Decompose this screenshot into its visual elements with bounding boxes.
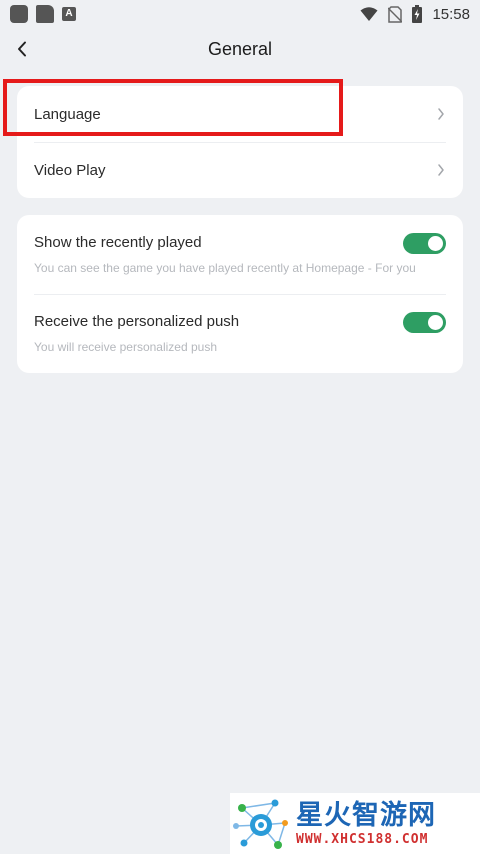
toggle-knob [428, 236, 443, 251]
watermark-title: 星火智游网 [296, 799, 436, 831]
no-sim-icon [388, 5, 403, 23]
network-logo-icon [233, 799, 288, 849]
watermark: 星火智游网 WWW.XHCS188.COM [230, 793, 480, 854]
battery-charging-icon [412, 5, 423, 23]
status-bar: A 15:58 [0, 0, 480, 28]
highlight-box [3, 79, 343, 136]
status-bar-left: A [10, 5, 76, 23]
status-bar-right: 15:58 [360, 5, 470, 23]
personalized-push-setting: Receive the personalized push You will r… [17, 312, 463, 355]
video-play-row[interactable]: Video Play [17, 142, 463, 198]
status-time: 15:58 [432, 5, 470, 23]
page-title: General [207, 38, 273, 59]
video-play-label: Video Play [34, 161, 106, 179]
chevron-right-icon [438, 108, 444, 120]
wifi-icon [360, 7, 378, 21]
app-icon [10, 5, 28, 23]
back-button[interactable] [10, 36, 34, 62]
recently-played-title: Show the recently played [34, 234, 202, 251]
watermark-text: 星火智游网 WWW.XHCS188.COM [296, 800, 436, 848]
recently-played-subtitle: You can see the game you have played rec… [34, 261, 416, 275]
settings-toggle-card: Show the recently played You can see the… [17, 215, 463, 373]
personalized-push-title: Receive the personalized push [34, 313, 240, 330]
clipboard-icon [36, 5, 54, 23]
keyboard-a-icon: A [62, 7, 76, 21]
chevron-right-icon [438, 164, 444, 176]
recently-played-setting: Show the recently played You can see the… [17, 233, 463, 276]
chevron-left-icon [18, 41, 26, 57]
toggle-knob [428, 315, 443, 330]
personalized-push-subtitle: You will receive personalized push [34, 340, 217, 354]
watermark-url: WWW.XHCS188.COM [296, 831, 429, 847]
top-app-bar: General [0, 28, 480, 70]
divider [34, 294, 446, 295]
personalized-push-toggle[interactable] [403, 312, 446, 333]
recently-played-toggle[interactable] [403, 233, 446, 254]
